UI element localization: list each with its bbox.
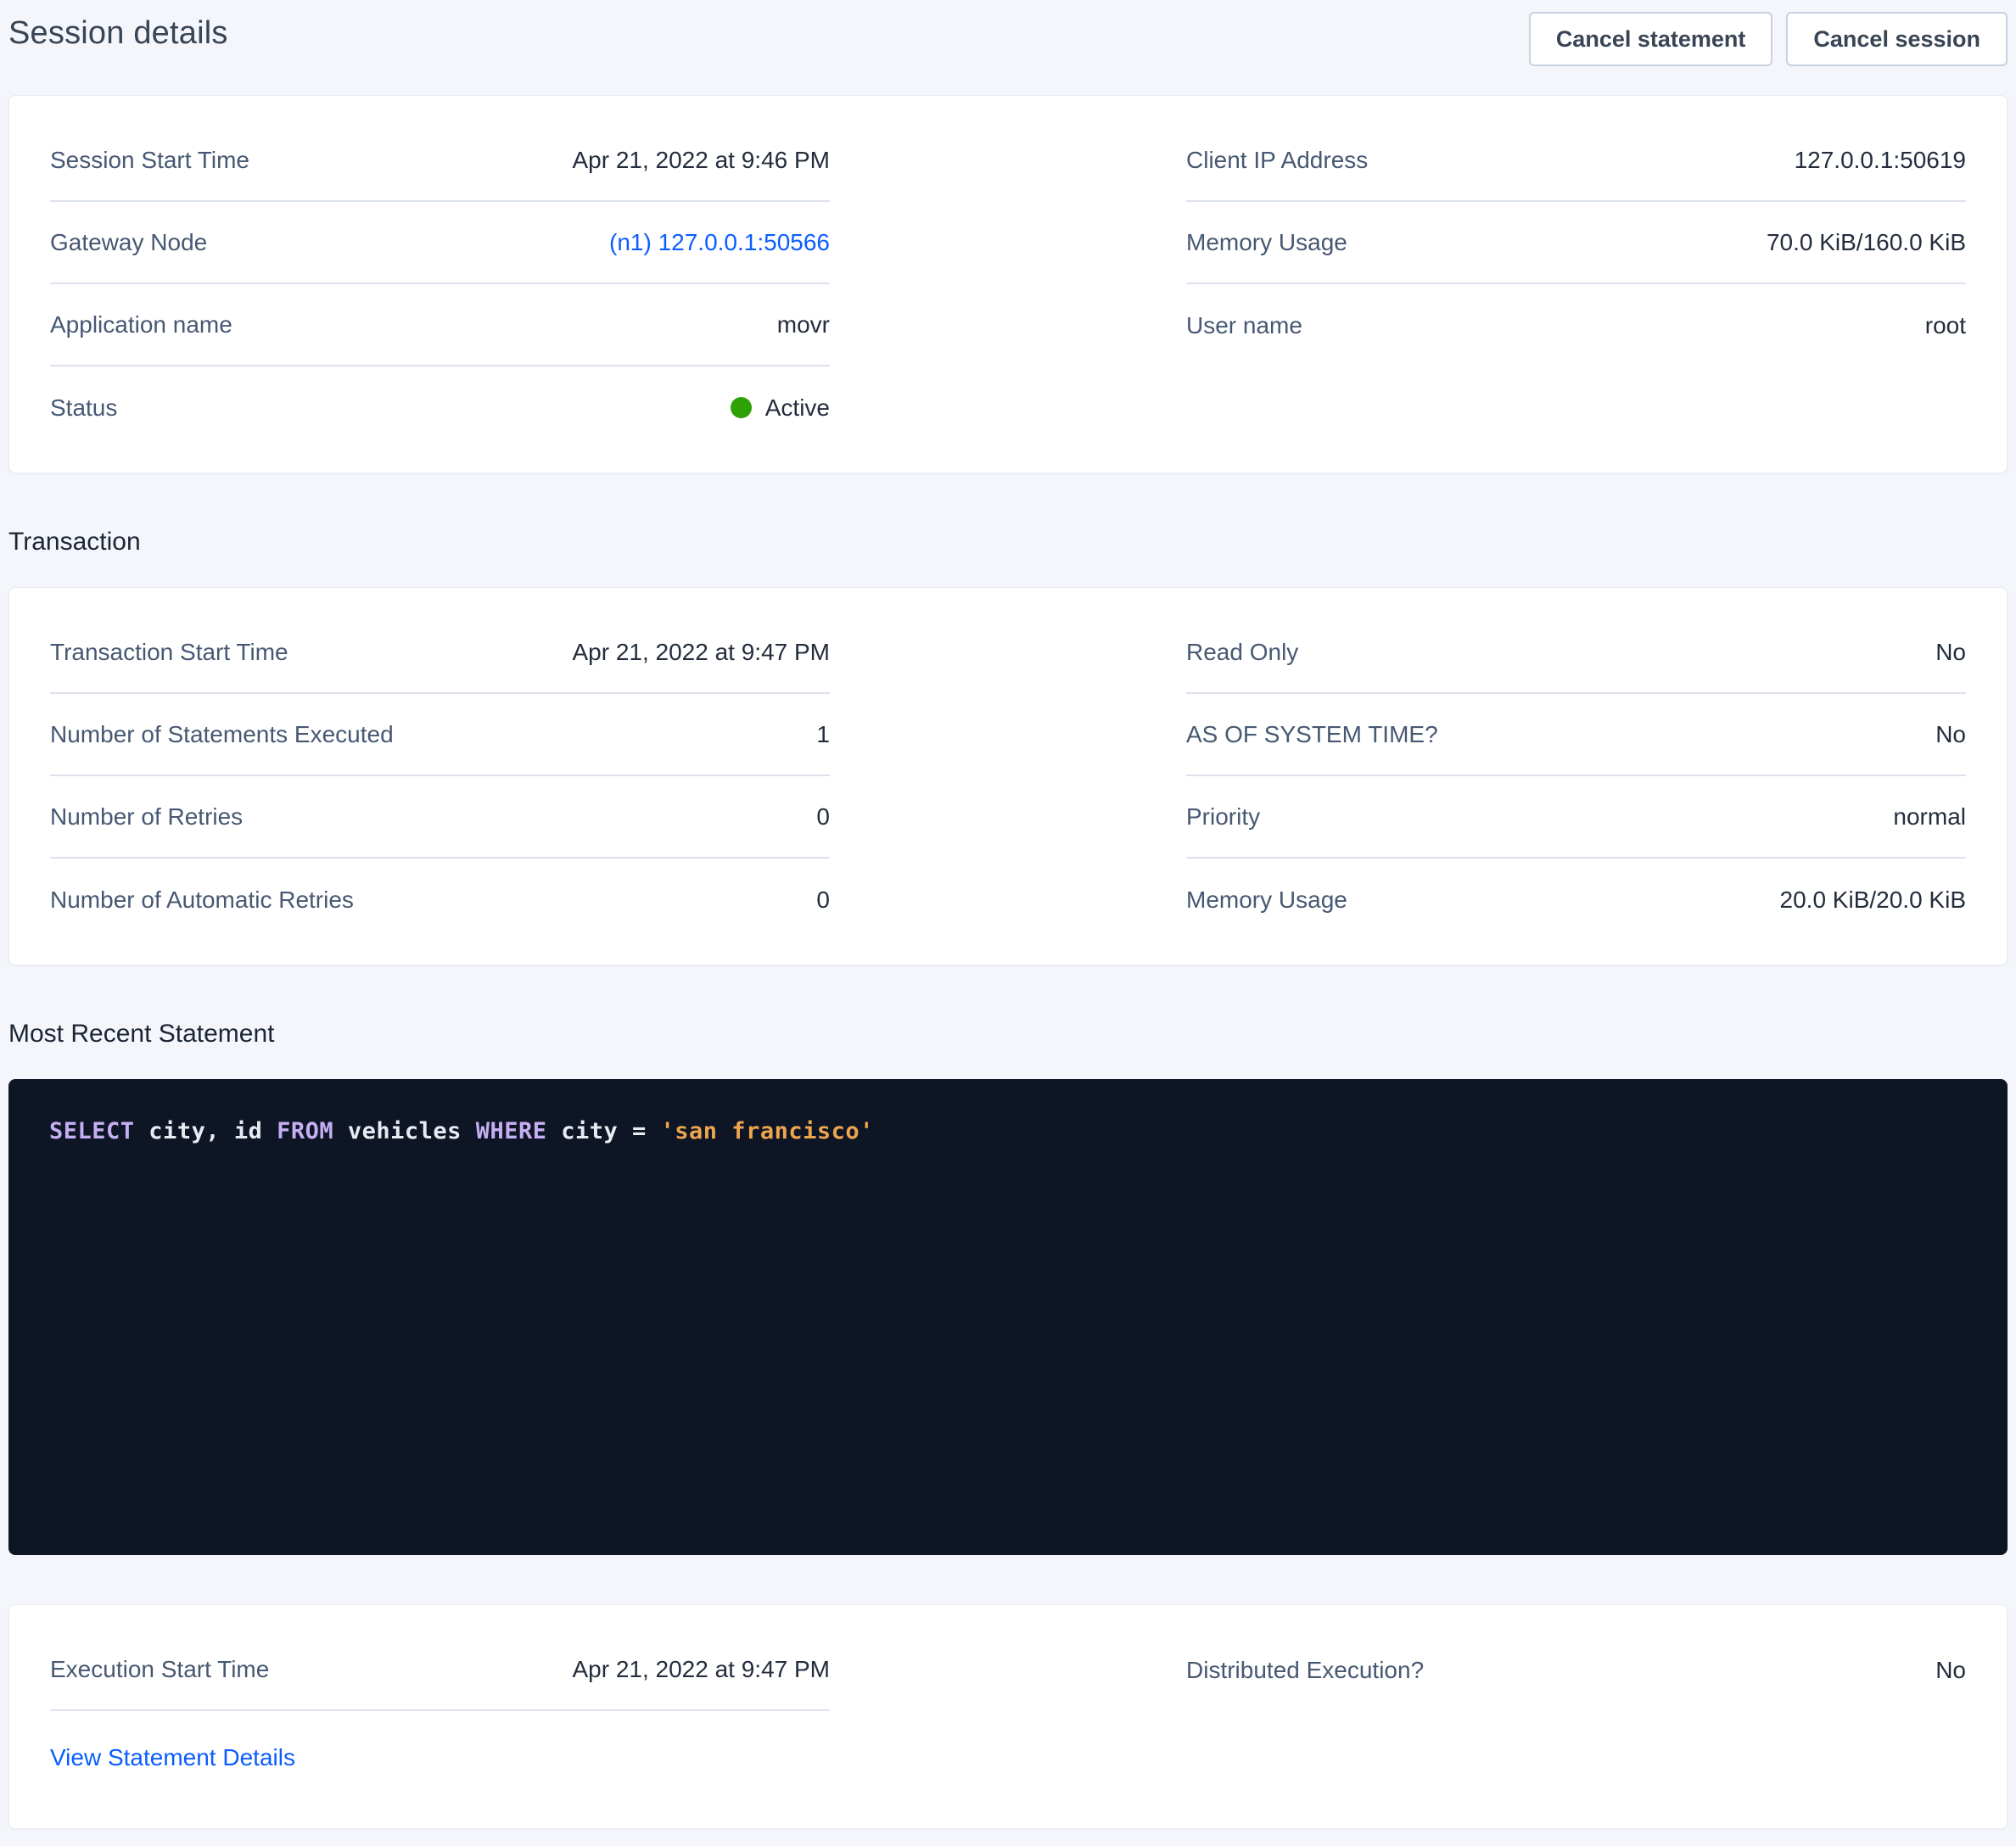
row-value: No (1935, 639, 1966, 666)
row-value: 0 (816, 803, 830, 831)
session-start-time-row: Session Start Time Apr 21, 2022 at 9:46 … (50, 120, 830, 202)
row-label: Memory Usage (1186, 229, 1347, 256)
sql-statement-text: SELECT city, id FROM vehicles WHERE city… (49, 1118, 1967, 1144)
gateway-node-row: Gateway Node (n1) 127.0.0.1:50566 (50, 202, 830, 284)
page-title: Session details (8, 12, 228, 52)
page-header: Session details Cancel statement Cancel … (0, 0, 2016, 95)
row-value: Apr 21, 2022 at 9:47 PM (572, 639, 830, 666)
retries-row: Number of Retries 0 (50, 776, 830, 859)
row-label: Session Start Time (50, 147, 249, 174)
transaction-heading: Transaction (8, 528, 2008, 557)
row-value: root (1925, 312, 1966, 339)
view-statement-details-link[interactable]: View Statement Details (50, 1744, 295, 1771)
cancel-statement-button[interactable]: Cancel statement (1529, 12, 1773, 66)
execution-start-time-row: Execution Start Time Apr 21, 2022 at 9:4… (50, 1629, 830, 1711)
most-recent-statement-heading: Most Recent Statement (8, 1020, 2008, 1049)
session-summary-card: Session Start Time Apr 21, 2022 at 9:46 … (8, 95, 2008, 473)
execution-left-column: Execution Start Time Apr 21, 2022 at 9:4… (50, 1629, 830, 1804)
row-label: Number of Automatic Retries (50, 887, 354, 914)
distributed-execution-row: Distributed Execution? No (1186, 1629, 1966, 1711)
row-value: 1 (816, 721, 830, 748)
statements-executed-row: Number of Statements Executed 1 (50, 694, 830, 776)
execution-right-column: Distributed Execution? No (1186, 1629, 1966, 1711)
row-label: Read Only (1186, 639, 1298, 666)
priority-row: Priority normal (1186, 776, 1966, 859)
row-label: Priority (1186, 803, 1260, 831)
statement-execution-card: Execution Start Time Apr 21, 2022 at 9:4… (8, 1604, 2008, 1829)
row-value: 0 (816, 887, 830, 914)
gateway-node-link[interactable]: (n1) 127.0.0.1:50566 (609, 229, 830, 256)
row-label: Distributed Execution? (1186, 1657, 1424, 1684)
memory-usage-row: Memory Usage 70.0 KiB/160.0 KiB (1186, 202, 1966, 284)
status-badge: Active (731, 394, 830, 422)
row-value: 20.0 KiB/20.0 KiB (1780, 887, 1966, 914)
automatic-retries-row: Number of Automatic Retries 0 (50, 859, 830, 941)
row-value: Apr 21, 2022 at 9:46 PM (572, 147, 830, 174)
client-ip-row: Client IP Address 127.0.0.1:50619 (1186, 120, 1966, 202)
row-value: 127.0.0.1:50619 (1795, 147, 1966, 174)
session-card-left-column: Session Start Time Apr 21, 2022 at 9:46 … (50, 120, 830, 449)
row-value: No (1935, 1657, 1966, 1684)
row-label: Memory Usage (1186, 887, 1347, 914)
header-actions: Cancel statement Cancel session (1529, 12, 2008, 66)
transaction-card: Transaction Start Time Apr 21, 2022 at 9… (8, 587, 2008, 965)
application-name-row: Application name movr (50, 284, 830, 366)
row-value: normal (1893, 803, 1966, 831)
row-value: movr (777, 311, 830, 338)
status-row: Status Active (50, 366, 830, 449)
row-label: User name (1186, 312, 1302, 339)
session-card-right-column: Client IP Address 127.0.0.1:50619 Memory… (1186, 120, 1966, 366)
transaction-right-column: Read Only No AS OF SYSTEM TIME? No Prior… (1186, 612, 1966, 941)
row-label: Application name (50, 311, 232, 338)
transaction-start-time-row: Transaction Start Time Apr 21, 2022 at 9… (50, 612, 830, 694)
row-value: No (1935, 721, 1966, 748)
session-details-page: Session details Cancel statement Cancel … (0, 0, 2016, 1846)
transaction-left-column: Transaction Start Time Apr 21, 2022 at 9… (50, 612, 830, 941)
row-label: AS OF SYSTEM TIME? (1186, 721, 1438, 748)
row-label: Number of Statements Executed (50, 721, 394, 748)
row-label: Number of Retries (50, 803, 243, 831)
view-statement-details-row: View Statement Details (50, 1711, 830, 1804)
sql-statement-box: SELECT city, id FROM vehicles WHERE city… (8, 1079, 2008, 1555)
read-only-row: Read Only No (1186, 612, 1966, 694)
row-label: Status (50, 394, 117, 422)
status-value: Active (765, 394, 830, 422)
row-label: Client IP Address (1186, 147, 1368, 174)
user-name-row: User name root (1186, 284, 1966, 366)
row-label: Gateway Node (50, 229, 207, 256)
as-of-system-time-row: AS OF SYSTEM TIME? No (1186, 694, 1966, 776)
row-value: 70.0 KiB/160.0 KiB (1767, 229, 1966, 256)
row-label: Execution Start Time (50, 1656, 269, 1683)
cancel-session-button[interactable]: Cancel session (1786, 12, 2008, 66)
status-active-dot-icon (731, 397, 752, 418)
transaction-memory-usage-row: Memory Usage 20.0 KiB/20.0 KiB (1186, 859, 1966, 941)
row-value: Apr 21, 2022 at 9:47 PM (572, 1656, 830, 1683)
row-label: Transaction Start Time (50, 639, 288, 666)
